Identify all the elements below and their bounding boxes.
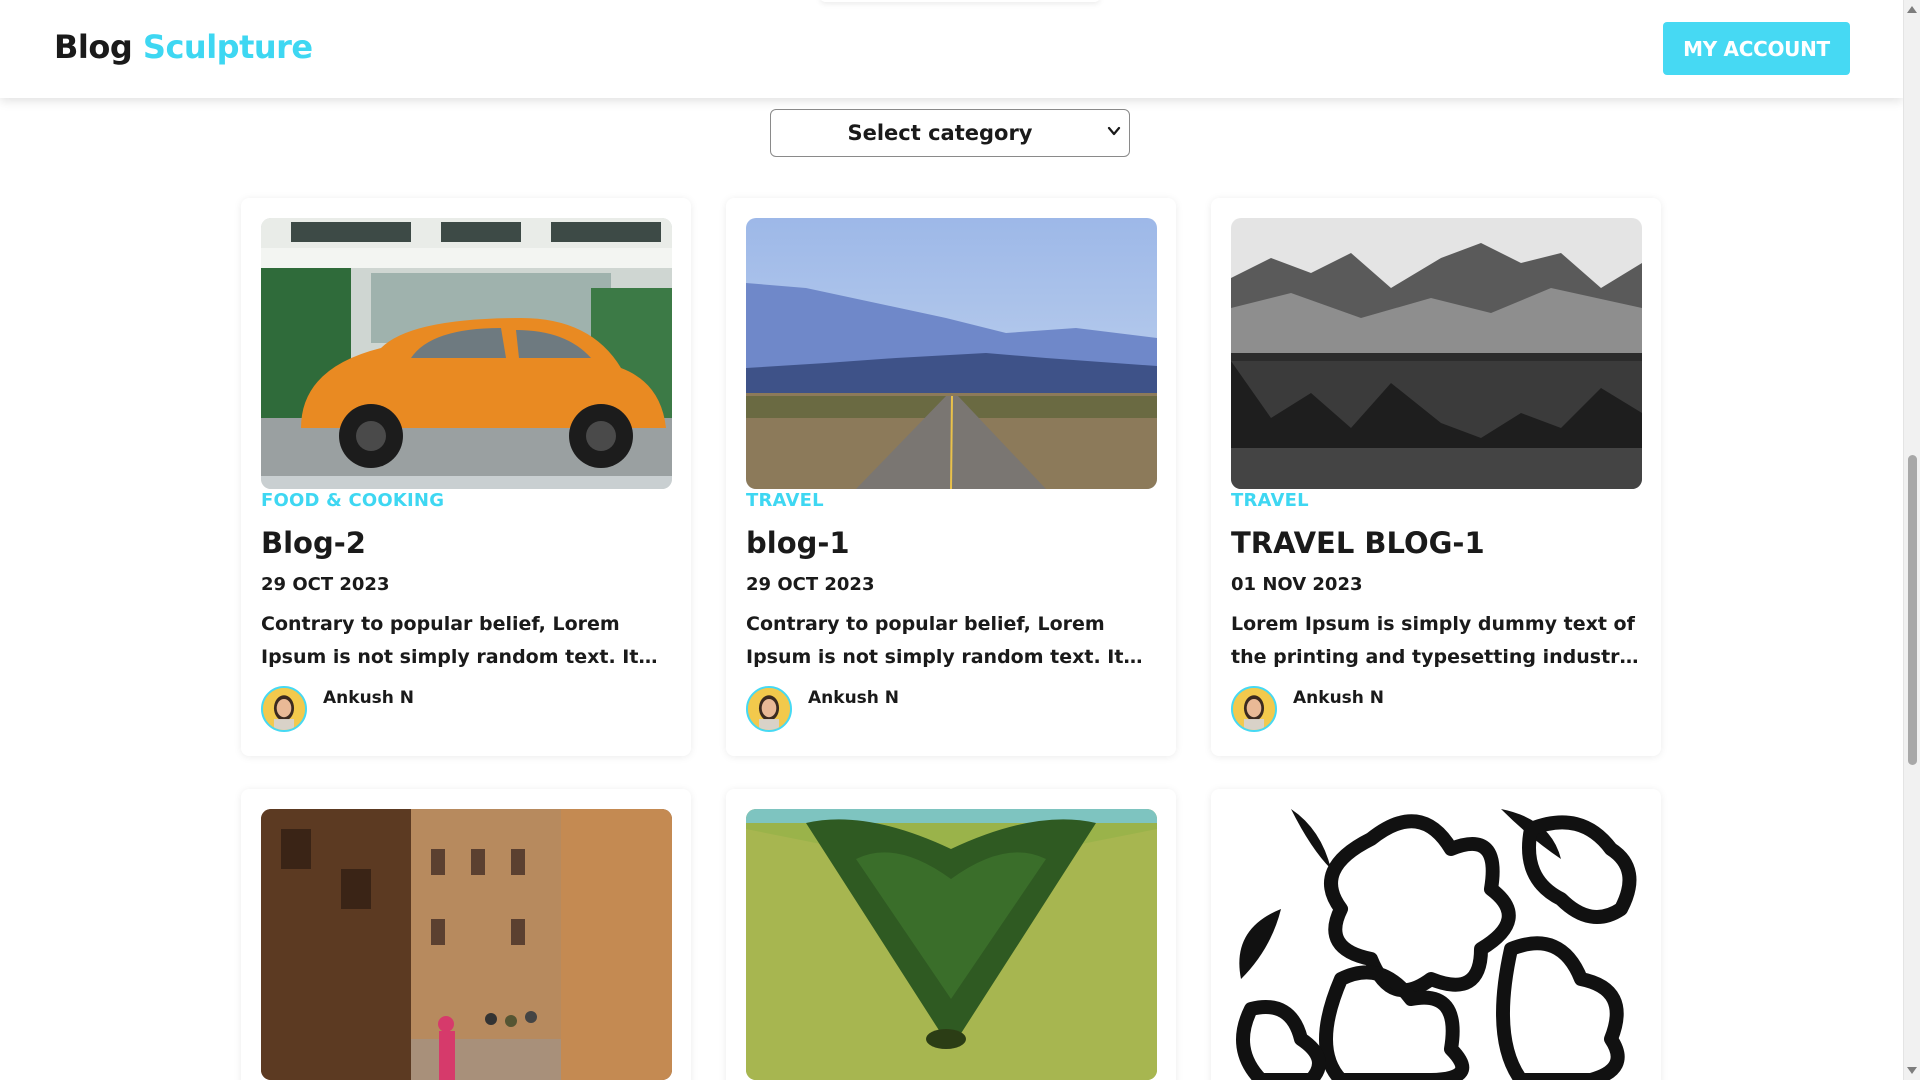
heart-forest-image <box>746 809 1157 1080</box>
blog-card[interactable] <box>1211 789 1661 1080</box>
page-scrollbar[interactable] <box>1903 0 1920 1080</box>
old-town-street-image <box>261 809 672 1080</box>
scrollbar-thumb[interactable] <box>1908 455 1917 765</box>
desert-road-image <box>746 218 1157 489</box>
blog-card[interactable]: TRAVEL TRAVEL BLOG-1 01 NOV 2023 Lorem I… <box>1211 198 1661 756</box>
author-portrait-image <box>263 688 305 730</box>
blog-card-date: 29 OCT 2023 <box>746 574 875 595</box>
blog-card-title[interactable]: blog-1 <box>746 526 850 560</box>
blog-card-excerpt: Contrary to popular belief, Lorem Ipsum … <box>261 613 639 668</box>
blog-card[interactable] <box>726 789 1176 1080</box>
page: Blog Sculpture MY ACCOUNT Select categor… <box>0 0 1903 1080</box>
header-top-tab <box>820 0 1100 2</box>
blog-card[interactable] <box>241 789 691 1080</box>
category-select[interactable]: Select category <box>770 109 1130 157</box>
author-avatar[interactable] <box>261 686 307 732</box>
blog-card-image[interactable] <box>746 218 1157 489</box>
author-portrait-image <box>748 688 790 730</box>
brand-name-part2: Sculpture <box>142 28 313 66</box>
blog-card-title[interactable]: Blog-2 <box>261 526 366 560</box>
scroll-down-arrow-icon[interactable] <box>1907 1067 1917 1074</box>
mountain-lake-image <box>1231 218 1642 489</box>
my-account-button[interactable]: MY ACCOUNT <box>1663 22 1850 75</box>
blog-card-author: Ankush N <box>1293 688 1385 708</box>
blog-card-image[interactable] <box>261 809 672 1080</box>
blog-card-excerpt: Contrary to popular belief, Lorem Ipsum … <box>746 613 1124 668</box>
blog-card-author: Ankush N <box>808 688 900 708</box>
blog-card-title[interactable]: TRAVEL BLOG-1 <box>1231 526 1485 560</box>
brand-name-part1: Blog <box>54 28 133 66</box>
author-avatar[interactable] <box>746 686 792 732</box>
blog-card-image[interactable] <box>1231 809 1642 1080</box>
blog-card-image[interactable] <box>1231 218 1642 489</box>
blog-card[interactable]: FOOD & COOKING Blog-2 29 OCT 2023 Contra… <box>241 198 691 756</box>
chevron-down-icon <box>1107 126 1121 136</box>
blog-card[interactable]: TRAVEL blog-1 29 OCT 2023 Contrary to po… <box>726 198 1176 756</box>
scroll-up-arrow-icon[interactable] <box>1907 6 1917 13</box>
blog-card-image[interactable] <box>261 218 672 489</box>
site-header: Blog Sculpture MY ACCOUNT <box>0 0 1903 98</box>
orange-car-image <box>261 218 672 489</box>
blog-card-image[interactable] <box>746 809 1157 1080</box>
category-select-value: Select category <box>847 121 1033 145</box>
brand-logo[interactable]: Blog Sculpture <box>54 28 313 66</box>
flower-pattern-image <box>1231 809 1642 1080</box>
blog-card-category[interactable]: FOOD & COOKING <box>261 490 444 511</box>
blog-card-category[interactable]: TRAVEL <box>1231 490 1309 511</box>
author-portrait-image <box>1233 688 1275 730</box>
blog-card-author: Ankush N <box>323 688 415 708</box>
blog-card-category[interactable]: TRAVEL <box>746 490 824 511</box>
blog-card-date: 01 NOV 2023 <box>1231 574 1363 595</box>
blog-card-excerpt: Lorem Ipsum is simply dummy text of the … <box>1231 613 1638 668</box>
author-avatar[interactable] <box>1231 686 1277 732</box>
blog-card-date: 29 OCT 2023 <box>261 574 390 595</box>
